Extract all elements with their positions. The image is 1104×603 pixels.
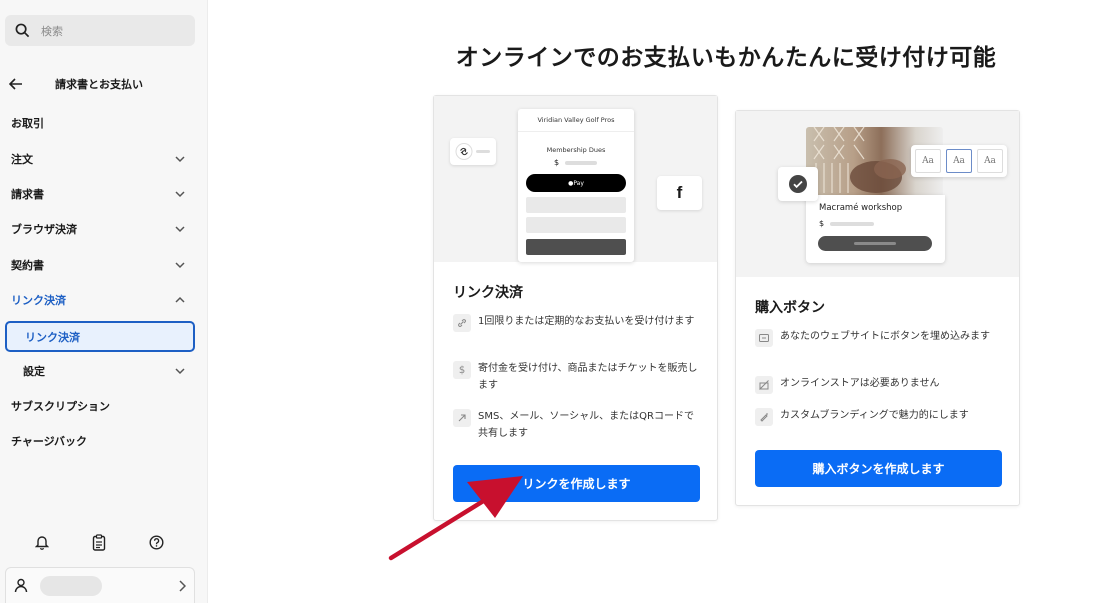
sidebar-item-orders[interactable]: 注文 xyxy=(0,145,208,173)
clipboard-icon[interactable] xyxy=(87,530,111,554)
feature-text: 寄付金を受け付け、商品またはチケットを販売します xyxy=(478,363,698,391)
link-bubble xyxy=(450,138,496,165)
app: 検索 請求書とお支払い お取引 注文 請求書 ブラウザ決済 契約書 リンク決済 … xyxy=(0,0,1104,603)
phone-apple-pay-button: ● Pay xyxy=(526,174,626,192)
search-icon xyxy=(15,23,30,38)
account-menu[interactable] xyxy=(5,567,195,603)
feature-text: カスタムブランディングで魅力的にします xyxy=(780,410,969,421)
sidebar-item-subscriptions[interactable]: サブスクリプション xyxy=(0,392,208,420)
sidebar-item-label: リンク決済 xyxy=(25,330,80,344)
feature-item: カスタムブランディングで魅力的にします xyxy=(755,407,1005,426)
sidebar-item-invoices[interactable]: 請求書 xyxy=(0,180,208,208)
bell-icon[interactable] xyxy=(30,530,54,554)
font-sample: Aa xyxy=(915,149,941,173)
workshop-title: Macramé workshop xyxy=(819,203,903,213)
payment-link-card: Viridian Valley Golf Pros Membership Due… xyxy=(433,95,718,521)
chevron-down-icon xyxy=(175,156,185,163)
link-icon xyxy=(453,314,471,332)
phone-field xyxy=(526,197,626,213)
sidebar-item-payment-links[interactable]: リンク決済 xyxy=(0,286,208,314)
sidebar-item-transactions[interactable]: お取引 xyxy=(0,109,208,137)
sidebar-item-label: サブスクリプション xyxy=(11,400,110,413)
feature-text: オンラインストアは必要ありません xyxy=(780,378,940,389)
chevron-up-icon xyxy=(175,296,185,303)
chevron-down-icon xyxy=(175,191,185,198)
feature-item: オンラインストアは必要ありません xyxy=(755,375,1005,394)
feature-text: あなたのウェブサイトにボタンを埋め込みます xyxy=(780,331,990,342)
sidebar: 検索 請求書とお支払い お取引 注文 請求書 ブラウザ決済 契約書 リンク決済 … xyxy=(0,0,208,603)
product-card-mockup: Macramé workshop $ xyxy=(806,195,945,263)
facebook-icon: f xyxy=(676,183,683,202)
feature-item: $ 寄付金を受け付け、商品またはチケットを販売します xyxy=(453,360,703,394)
phone-item-name: Membership Dues xyxy=(546,146,606,154)
dollar-icon: $ xyxy=(453,361,471,379)
button-label-placeholder xyxy=(854,242,896,245)
feature-item: 1回限りまたは定期的なお支払いを受け付けます xyxy=(453,313,703,332)
feature-text: 1回限りまたは定期的なお支払いを受け付けます xyxy=(478,316,695,327)
check-circle-icon xyxy=(789,175,807,193)
sidebar-item-browser-payments[interactable]: ブラウザ決済 xyxy=(0,215,208,243)
card-title: リンク決済 xyxy=(453,285,523,301)
paintbrush-icon xyxy=(755,408,773,426)
feature-item: あなたのウェブサイトにボタンを埋め込みます xyxy=(755,328,1005,347)
sidebar-footer-icons xyxy=(0,530,208,554)
create-buy-button[interactable]: 購入ボタンを作成します xyxy=(755,450,1002,487)
sidebar-subitem-settings[interactable]: 設定 xyxy=(0,357,208,385)
sidebar-item-chargebacks[interactable]: チャージバック xyxy=(0,427,208,455)
font-sample: Aa xyxy=(977,149,1003,173)
account-name-redacted xyxy=(40,575,102,596)
phone-pay-label: Pay xyxy=(573,179,584,187)
no-store-icon xyxy=(755,376,773,394)
search-input[interactable]: 検索 xyxy=(5,15,195,46)
phone-field xyxy=(526,217,626,233)
embed-icon xyxy=(755,329,773,347)
workshop-currency: $ xyxy=(819,219,825,228)
sidebar-item-label: お取引 xyxy=(11,117,44,130)
share-arrow-icon xyxy=(453,409,471,427)
facebook-bubble: f xyxy=(657,176,702,210)
sidebar-subitem-payment-links[interactable]: リンク決済 xyxy=(5,321,195,352)
buy-button-illustration: Macramé workshop $ Aa Aa Aa xyxy=(736,111,1019,277)
sidebar-item-contracts[interactable]: 契約書 xyxy=(0,251,208,279)
check-bubble xyxy=(778,167,818,201)
back-arrow-icon[interactable] xyxy=(0,78,30,90)
phone-merchant-name: Viridian Valley Golf Pros xyxy=(518,109,634,132)
chevron-down-icon xyxy=(175,262,185,269)
sidebar-item-label: ブラウザ決済 xyxy=(11,223,77,236)
chevron-down-icon xyxy=(175,368,185,375)
sidebar-item-label: リンク決済 xyxy=(11,294,66,307)
font-picker-mockup: Aa Aa Aa xyxy=(911,145,1007,177)
section-title: 請求書とお支払い xyxy=(55,78,143,91)
sidebar-item-label: 請求書 xyxy=(11,188,44,201)
sidebar-item-label: チャージバック xyxy=(11,435,88,448)
search-placeholder: 検索 xyxy=(41,24,63,38)
sidebar-item-label: 契約書 xyxy=(11,259,44,272)
payment-link-illustration: Viridian Valley Golf Pros Membership Due… xyxy=(434,96,717,262)
feature-item: SMS、メール、ソーシャル、またはQRコードで共有します xyxy=(453,408,703,442)
phone-submit-placeholder xyxy=(526,239,626,255)
feature-text: SMS、メール、ソーシャル、またはQRコードで共有します xyxy=(478,411,694,439)
price-placeholder xyxy=(830,222,874,226)
sidebar-item-label: 設定 xyxy=(23,365,45,378)
phone-currency: $ xyxy=(554,158,560,167)
font-sample-selected: Aa xyxy=(946,149,972,173)
annotation-arrow-icon xyxy=(388,476,523,561)
help-icon[interactable] xyxy=(144,530,168,554)
phone-mockup: Viridian Valley Golf Pros Membership Due… xyxy=(518,109,634,262)
section-header: 請求書とお支払い xyxy=(0,72,208,96)
sidebar-item-label: 注文 xyxy=(11,153,33,166)
card-title: 購入ボタン xyxy=(755,300,825,316)
user-icon xyxy=(14,578,28,593)
page-title: オンラインでのお支払いもかんたんに受け付け可能 xyxy=(455,45,997,71)
buy-button-card: Macramé workshop $ Aa Aa Aa 購入ボタン あなたのウェ… xyxy=(735,110,1020,506)
chevron-down-icon xyxy=(175,226,185,233)
phone-amount-placeholder xyxy=(565,161,597,165)
link-icon xyxy=(455,143,490,160)
buy-button-placeholder xyxy=(818,236,932,251)
chevron-right-icon xyxy=(179,580,186,592)
